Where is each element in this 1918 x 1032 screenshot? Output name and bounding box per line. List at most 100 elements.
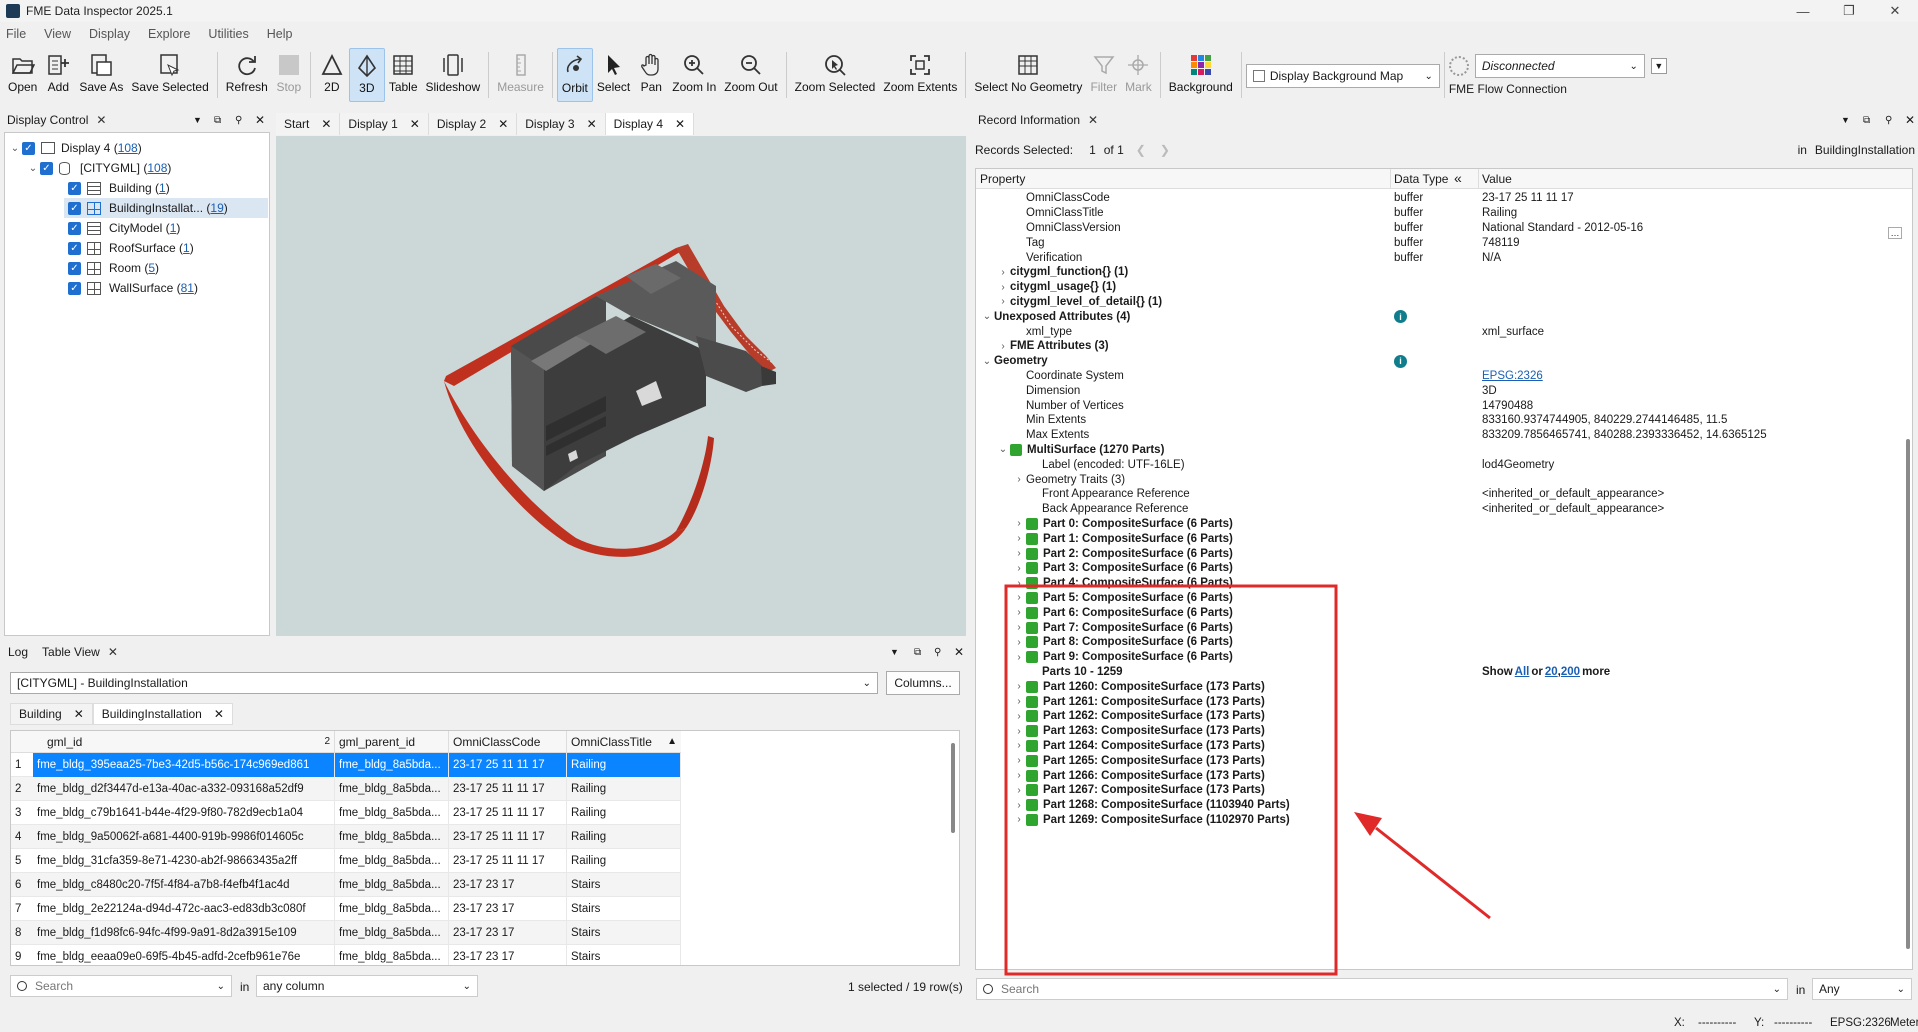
table-row[interactable]: 4 fme_bldg_9a50062f-a681-4400-919b-9986f0…	[11, 824, 681, 849]
expand-value-button[interactable]: …	[1888, 227, 1902, 239]
table-search-input[interactable]: Search ⌄	[10, 975, 232, 997]
table-cell[interactable]: Railing	[567, 752, 681, 777]
tab-display-3[interactable]: Display 3 ✕	[517, 113, 606, 135]
table-cell[interactable]: fme_bldg_8a5bda...	[335, 920, 449, 945]
record-row[interactable]: ⌄ Unexposed Attributes (4) i	[976, 309, 1902, 324]
property-column-header[interactable]: Property	[980, 172, 1025, 186]
coordinate-system-link[interactable]: EPSG:2326	[1482, 370, 1543, 382]
menu-help[interactable]: Help	[267, 27, 293, 41]
table-cell[interactable]: 23-17 25 11 11 17	[449, 848, 567, 873]
table-row[interactable]: 9 fme_bldg_eeaa09e0-69f5-4b45-adfd-2cefb9…	[11, 944, 681, 965]
float-panel-icon[interactable]: ⧉	[1863, 115, 1870, 126]
checkbox[interactable]: ✓	[68, 261, 81, 275]
info-icon[interactable]: i	[1394, 354, 1407, 368]
table-cell[interactable]: Railing	[567, 824, 681, 849]
table-cell[interactable]: fme_bldg_8a5bda...	[335, 872, 449, 897]
column-header-omniclasscode[interactable]: OmniClassCode	[449, 731, 567, 752]
chevron-right-icon[interactable]: ›	[996, 267, 1010, 278]
maximize-icon[interactable]: ❐	[1826, 0, 1872, 22]
save-as-button[interactable]: Save As	[75, 48, 127, 102]
chevron-down-icon[interactable]: ⌄	[980, 311, 994, 322]
zoom-in-button[interactable]: Zoom In	[668, 48, 720, 102]
close-icon[interactable]: ✕	[587, 117, 597, 131]
chevron-right-icon[interactable]: ›	[996, 296, 1010, 307]
vertical-scrollbar[interactable]	[951, 743, 955, 833]
zoom-out-button[interactable]: Zoom Out	[720, 48, 781, 102]
table-row[interactable]: 6 fme_bldg_c8480c20-7f5f-4f84-a7b8-f4efb4…	[11, 872, 681, 897]
table-cell[interactable]: fme_bldg_8a5bda...	[335, 800, 449, 825]
tree-item-building[interactable]: ✓ Building (1)	[68, 178, 170, 198]
close-icon[interactable]: ✕	[1088, 113, 1098, 127]
table-cell[interactable]: fme_bldg_8a5bda...	[335, 848, 449, 873]
checkbox[interactable]: ✓	[68, 221, 81, 235]
table-cell[interactable]: fme_bldg_c8480c20-7f5f-4f84-a7b8-f4efb4f…	[33, 872, 335, 897]
tree-item-wallsurface[interactable]: ✓ WallSurface (81)	[68, 278, 198, 298]
table-cell[interactable]: 23-17 25 11 11 17	[449, 800, 567, 825]
checkbox[interactable]: ✓	[22, 141, 35, 155]
tab-buildinginstallation[interactable]: BuildingInstallation ✕	[92, 703, 233, 725]
menu-explore[interactable]: Explore	[148, 27, 190, 41]
table-cell[interactable]: 23-17 23 17	[449, 896, 567, 921]
tab-display-4[interactable]: Display 4 ✕	[605, 113, 695, 135]
column-filter-dropdown[interactable]: any column ⌄	[256, 975, 478, 997]
table-cell[interactable]: Railing	[567, 800, 681, 825]
table-cell[interactable]: Stairs	[567, 872, 681, 897]
table-row[interactable]: 8 fme_bldg_f1d98fc6-94fc-4f99-9a91-8d2a39…	[11, 920, 681, 945]
tab-start[interactable]: Start ✕	[276, 113, 341, 135]
pin-icon[interactable]: ⚲	[235, 115, 242, 126]
table-cell[interactable]: fme_bldg_8a5bda...	[335, 824, 449, 849]
table-cell[interactable]: fme_bldg_eeaa09e0-69f5-4b45-adfd-2cefb96…	[33, 944, 335, 965]
chevron-down-icon[interactable]: ⌄	[996, 444, 1010, 455]
table-cell[interactable]: fme_bldg_31cfa359-8e71-4230-ab2f-9866343…	[33, 848, 335, 873]
tab-display-1[interactable]: Display 1 ✕	[340, 113, 429, 135]
background-map-dropdown[interactable]: Display Background Map ⌄	[1245, 64, 1440, 88]
record-row[interactable]: › Part 2: CompositeSurface (6 Parts)	[976, 546, 1902, 561]
zoom-extents-button[interactable]: Zoom Extents	[879, 48, 961, 102]
close-icon[interactable]: ✕	[108, 645, 118, 659]
tab-log[interactable]: Log	[8, 645, 28, 659]
table-cell[interactable]: 23-17 25 11 11 17	[449, 824, 567, 849]
info-icon[interactable]: i	[1394, 310, 1407, 324]
save-selected-button[interactable]: Save Selected	[127, 48, 212, 102]
checkbox[interactable]: ✓	[40, 161, 53, 175]
zoom-selected-button[interactable]: Zoom Selected	[791, 48, 880, 102]
record-row[interactable]: › citygml_usage{} (1)	[976, 280, 1902, 295]
chevron-right-icon[interactable]: ›	[1012, 474, 1026, 485]
pan-button[interactable]: Pan	[634, 48, 668, 102]
table-cell[interactable]: fme_bldg_c79b1641-b44e-4f29-9f80-782d9ec…	[33, 800, 335, 825]
table-cell[interactable]: fme_bldg_9a50062f-a681-4400-919b-9986f01…	[33, 824, 335, 849]
next-record-icon[interactable]: ❯	[1160, 143, 1170, 157]
record-row[interactable]: › Part 1: CompositeSurface (6 Parts)	[976, 531, 1902, 546]
checkbox[interactable]: ✓	[68, 181, 81, 195]
tree-item-citygml[interactable]: ⌄ ✓ [CITYGML] (108)	[26, 158, 172, 178]
record-row[interactable]: › Geometry Traits (3)	[976, 472, 1902, 487]
mark-button[interactable]: Mark	[1121, 48, 1156, 102]
pin-icon[interactable]: ⚲	[934, 647, 941, 658]
chevron-right-icon[interactable]: ›	[996, 282, 1010, 293]
show-20-link[interactable]: 20	[1545, 666, 1558, 678]
3d-button[interactable]: 3D	[348, 48, 385, 102]
record-row[interactable]: ⌄ Geometry i	[976, 354, 1902, 369]
tree-item-room[interactable]: ✓ Room (5)	[68, 258, 159, 278]
close-icon[interactable]: ✕	[675, 117, 685, 131]
refresh-button[interactable]: Refresh	[222, 48, 272, 102]
slideshow-button[interactable]: Slideshow	[422, 48, 485, 102]
float-panel-icon[interactable]: ⧉	[214, 115, 221, 126]
close-panel-icon[interactable]: ✕	[96, 113, 106, 127]
table-button[interactable]: Table	[385, 48, 422, 102]
table-row[interactable]: 1 fme_bldg_395eaa25-7be3-42d5-b56c-174c96…	[11, 752, 681, 777]
close-icon[interactable]: ✕	[214, 707, 224, 721]
table-cell[interactable]: fme_bldg_d2f3447d-e13a-40ac-a332-093168a…	[33, 776, 335, 801]
checkbox[interactable]: ✓	[68, 281, 81, 295]
record-filter-dropdown[interactable]: Any ⌄	[1812, 978, 1912, 1000]
columns-button[interactable]: Columns...	[886, 671, 960, 695]
table-cell[interactable]: 23-17 23 17	[449, 920, 567, 945]
record-row[interactable]: › Part 0: CompositeSurface (6 Parts)	[976, 517, 1902, 532]
chevron-down-icon[interactable]: ⌄	[980, 356, 994, 367]
tab-table-view[interactable]: Table View	[42, 645, 100, 659]
tab-display-2[interactable]: Display 2 ✕	[428, 113, 518, 135]
table-cell[interactable]: fme_bldg_f1d98fc6-94fc-4f99-9a91-8d2a391…	[33, 920, 335, 945]
chevron-right-icon[interactable]: ›	[1012, 518, 1026, 529]
table-cell[interactable]: fme_bldg_395eaa25-7be3-42d5-b56c-174c969…	[33, 752, 335, 777]
2d-button[interactable]: 2D	[315, 48, 349, 102]
